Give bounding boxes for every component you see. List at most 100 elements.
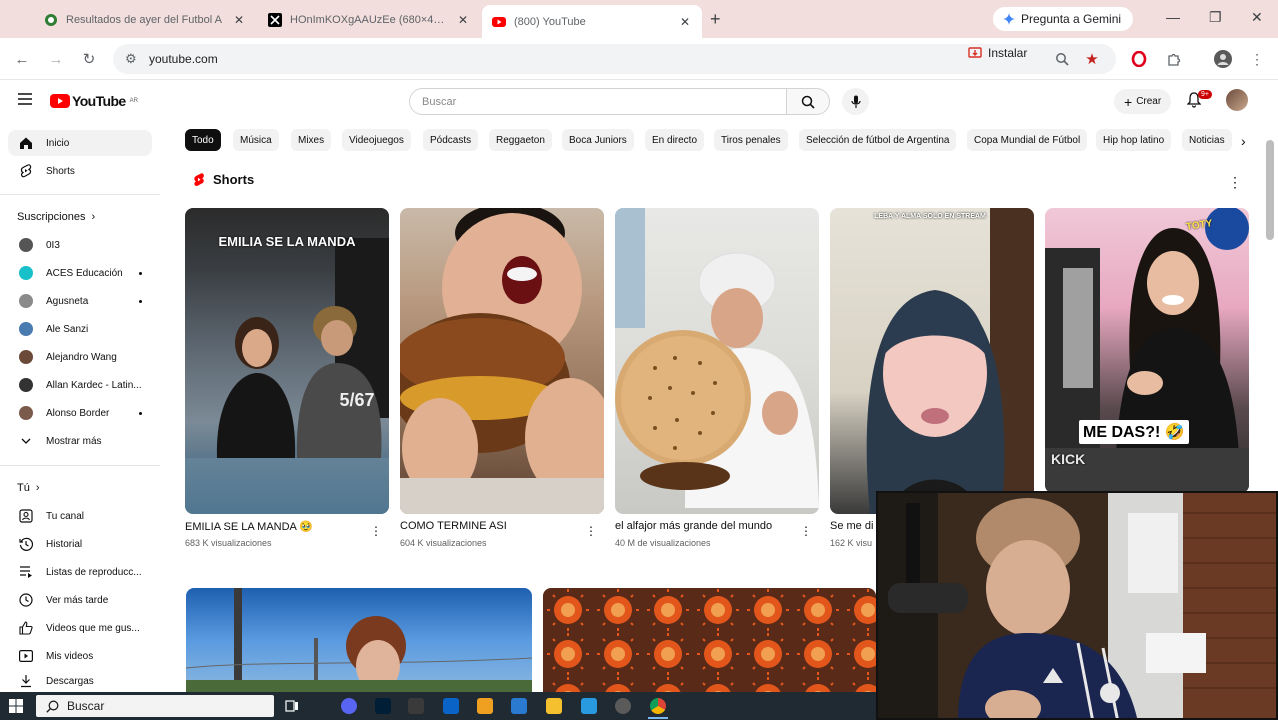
chip-videojuegos[interactable]: Videojuegos [342,129,411,151]
sidebar-subscription[interactable]: Ale Sanzi [8,316,152,342]
tab-youtube[interactable]: (800) YouTube ✕ [482,5,702,38]
sidebar-item-home[interactable]: Inicio [8,130,152,156]
chip-copa-mundial[interactable]: Copa Mundial de Fútbol [967,129,1088,151]
short-thumbnail[interactable] [615,208,819,514]
extensions-puzzle-icon[interactable] [1165,50,1183,68]
chevron-right-icon: › [91,211,96,223]
file-explorer-icon[interactable] [546,698,562,714]
search-placeholder: Buscar [422,95,457,108]
new-tab-button[interactable]: + [710,9,721,30]
you-heading[interactable]: Tú › [17,482,40,494]
tab-image[interactable]: HOnImKOXgAAUzEe (680×455) ✕ [258,6,480,34]
tab-close-icon[interactable]: ✕ [456,13,470,27]
bookmark-star-icon[interactable]: ★ [1083,50,1101,68]
account-avatar[interactable] [1226,89,1248,111]
sidebar-subscription[interactable]: Allan Kardec - Latin... [8,372,152,398]
windows-start-icon[interactable] [9,699,23,713]
subscriptions-heading[interactable]: Suscripciones › [17,211,95,223]
short-views: 604 K visualizaciones [400,538,487,548]
sidebar-subscription[interactable]: 0I3 [8,232,152,258]
show-more-button[interactable]: Mostrar más [8,428,152,454]
short-title[interactable]: COMO TERMINE ASI [400,520,507,532]
chip-seleccion-argentina[interactable]: Selección de fútbol de Argentina [799,129,957,151]
chips-next-chevron-icon[interactable]: › [1241,133,1246,149]
chip-en-directo[interactable]: En directo [645,129,705,151]
short-title[interactable]: el alfajor más grande del mundo [615,520,772,532]
sidebar-item-playlists[interactable]: Listas de reproducc... [8,559,152,585]
chip-podcasts[interactable]: Pódcasts [423,129,479,151]
sidebar-item-liked-videos[interactable]: Videos que me gus... [8,615,152,641]
media-app-icon[interactable] [477,698,493,714]
chip-noticias[interactable]: Noticias [1182,129,1232,151]
sidebar-subscription[interactable]: Alejandro Wang [8,344,152,370]
tab-close-icon[interactable]: ✕ [232,13,246,27]
site-info-icon[interactable]: ⚙ [125,51,141,67]
sidebar-subscription[interactable]: ACES Educación [8,260,152,286]
voice-search-button[interactable] [842,88,869,115]
url-text[interactable]: youtube.com [149,52,218,66]
back-arrow-icon[interactable]: ← [12,49,32,69]
chip-hip-hop-latino[interactable]: Hip hop latino [1096,129,1172,151]
install-app-button[interactable]: Instalar [968,46,1027,60]
channel-name: Alejandro Wang [46,351,117,363]
editor-app-icon[interactable] [581,698,597,714]
short-more-options-icon[interactable]: ⋮ [800,524,812,538]
sidebar-item-watch-later[interactable]: Ver más tarde [8,587,152,613]
create-button[interactable]: + Crear [1114,89,1172,114]
video-thumbnail[interactable] [186,588,532,692]
photoshop-app-icon[interactable] [375,698,391,714]
short-more-options-icon[interactable]: ⋮ [370,524,382,538]
sidebar-subscription[interactable]: Alonso Border [8,400,152,426]
short-thumbnail[interactable] [400,208,604,514]
sidebar-item-shorts[interactable]: Shorts [8,158,152,184]
restore-icon[interactable]: ❐ [1209,9,1222,26]
task-view-icon[interactable] [284,698,300,714]
taskbar-search-input[interactable]: Buscar [36,695,274,717]
short-more-options-icon[interactable]: ⋮ [585,524,597,538]
tab-resultados[interactable]: Resultados de ayer del Futbol A ✕ [34,6,256,34]
chrome-app-icon[interactable] [650,698,666,714]
outlook-app-icon[interactable] [443,698,459,714]
search-button[interactable] [786,88,830,115]
reload-icon[interactable]: ↻ [79,49,99,69]
store-app-icon[interactable] [511,698,527,714]
minimize-icon[interactable]: — [1166,9,1180,25]
short-thumbnail[interactable]: 5/67 EMILIA SE LA MANDA [185,208,389,514]
video-thumbnail[interactable] [543,588,876,692]
calculator-app-icon[interactable] [408,698,424,714]
tab-close-icon[interactable]: ✕ [678,15,692,29]
opera-extension-icon[interactable] [1130,50,1148,68]
chip-boca-juniors[interactable]: Boca Juniors [562,129,634,151]
youtube-logo[interactable]: YouTube AR [50,93,138,109]
shorts-more-options-icon[interactable]: ⋮ [1228,174,1242,191]
chip-mixes[interactable]: Mixes [291,129,332,151]
sidebar-item-downloads[interactable]: Descargas [8,671,152,691]
search-input[interactable]: Buscar [409,88,787,115]
short-thumbnail[interactable]: LEBA Y ALMA SOLO EN STREAM [830,208,1034,514]
sidebar-item-history[interactable]: Historial [8,531,152,557]
zoom-icon[interactable] [1053,50,1071,68]
profile-avatar[interactable] [1214,50,1232,68]
chip-todo[interactable]: Todo [185,129,221,151]
short-title[interactable]: Se me di [830,520,873,532]
browser-menu-icon[interactable]: ⋮ [1248,50,1266,68]
sidebar-subscription[interactable]: Agusneta [8,288,152,314]
discord-app-icon[interactable] [341,698,357,714]
chip-reggaeton[interactable]: Reggaeton [489,129,552,151]
chip-tiros-penales[interactable]: Tiros penales [714,129,788,151]
forward-arrow-icon[interactable]: → [46,49,66,69]
short-thumbnail[interactable]: TOTY ME DAS?! 🤣 KICK [1045,208,1249,493]
address-bar[interactable]: ⚙ youtube.com [113,44,1116,74]
sidebar-item-your-channel[interactable]: Tu canal [8,503,152,529]
sidebar-item-my-videos[interactable]: Mis videos [8,643,152,669]
settings-app-icon[interactable] [615,698,631,714]
channel-name: 0I3 [46,239,60,251]
channel-name: ACES Educación [46,267,123,279]
channel-name: Alonso Border [46,407,110,419]
page-scrollbar[interactable] [1266,140,1274,240]
ask-gemini-button[interactable]: Pregunta a Gemini [993,7,1133,31]
hamburger-menu-icon[interactable] [18,93,32,105]
chip-musica[interactable]: Música [233,129,279,151]
window-close-icon[interactable]: ✕ [1251,9,1263,26]
short-title[interactable]: EMILIA SE LA MANDA 🥹 [185,520,313,533]
